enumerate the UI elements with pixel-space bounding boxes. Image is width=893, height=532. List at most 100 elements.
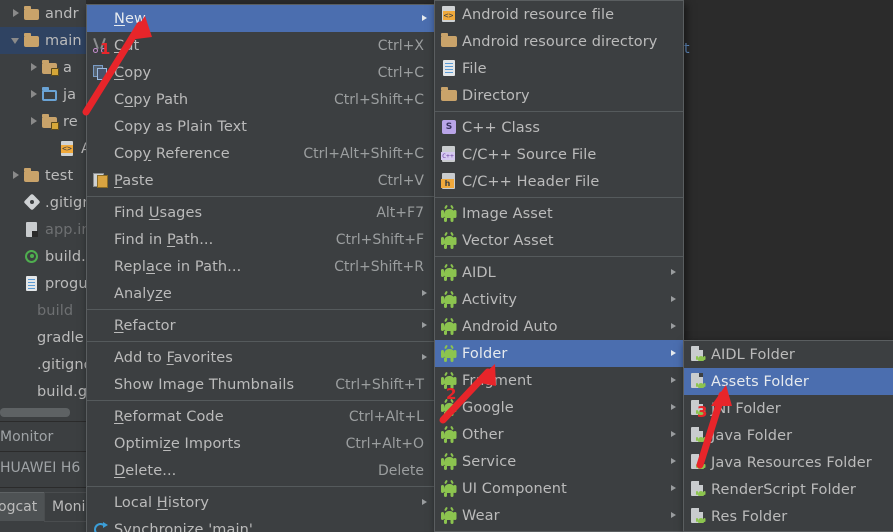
chevron-right-icon[interactable]	[28, 115, 41, 128]
menu-item[interactable]: AIDL	[435, 259, 683, 286]
menu-item[interactable]: Java Folder	[684, 422, 893, 449]
tree-row[interactable]: progua	[0, 270, 86, 297]
menu-item[interactable]: Refactor	[87, 312, 434, 339]
menu-separator	[87, 486, 434, 487]
menu-item[interactable]: File	[435, 55, 683, 82]
tree-item-label: andr	[45, 5, 79, 22]
tab-monitors[interactable]: Moni	[44, 492, 86, 522]
menu-item[interactable]: New	[87, 5, 434, 32]
submenu-arrow-icon	[671, 269, 676, 275]
tree-row[interactable]: build	[0, 297, 86, 324]
menu-item-accelerator: Ctrl+Shift+T	[335, 376, 424, 393]
menu-item[interactable]: C++ Class	[435, 114, 683, 141]
menu-item[interactable]: Local History	[87, 489, 434, 516]
submenu-arrow-icon	[422, 322, 427, 328]
submenu-arrow-icon	[671, 350, 676, 356]
tab-monitors-label: Moni	[52, 499, 86, 515]
menu-item[interactable]: Cut Ctrl+X	[87, 32, 434, 59]
menu-item[interactable]: Copy Reference Ctrl+Alt+Shift+C	[87, 140, 434, 167]
menu-item-label: Activity	[462, 291, 518, 308]
tree-row[interactable]: a	[0, 54, 86, 81]
tree-row[interactable]: test	[0, 162, 86, 189]
menu-item[interactable]: AIDL Folder	[684, 341, 893, 368]
chevron-down-icon[interactable]	[10, 34, 23, 47]
tree-row[interactable]: A	[0, 135, 86, 162]
menu-item[interactable]: Android Auto	[435, 313, 683, 340]
tree-row[interactable]: andr	[0, 0, 86, 27]
menu-item[interactable]: Image Asset	[435, 200, 683, 227]
context-menu[interactable]: New Cut Ctrl+X Copy Ctrl+C Copy Path Ctrl+Shif…	[86, 4, 435, 532]
menu-item[interactable]: Google	[435, 394, 683, 421]
tab-logcat[interactable]: ogcat	[0, 492, 46, 521]
menu-separator	[87, 400, 434, 401]
monitor-row[interactable]: Monitor	[0, 424, 86, 450]
menu-item-label: Java Resources Folder	[711, 454, 872, 471]
menu-item[interactable]: Find in Path... Ctrl+Shift+F	[87, 226, 434, 253]
menu-item[interactable]: Add to Favorites	[87, 344, 434, 371]
tree-row[interactable]: build.gradl	[0, 378, 86, 405]
tree-row[interactable]: .gitigno	[0, 189, 86, 216]
menu-item[interactable]: Directory	[435, 82, 683, 109]
menu-item[interactable]: Assets Folder	[684, 368, 893, 395]
menu-item[interactable]: Analyze	[87, 280, 434, 307]
menu-item[interactable]: Delete... Delete	[87, 457, 434, 484]
android-icon	[439, 317, 459, 337]
menu-item[interactable]: Android resource directory	[435, 28, 683, 55]
project-tool-window[interactable]: andrmainajareAtest.gitignoapp.imlbuild.g…	[0, 0, 86, 532]
chevron-right-icon[interactable]	[10, 7, 23, 20]
tree-row[interactable]: re	[0, 108, 86, 135]
tree-item-label: gradle	[37, 329, 84, 346]
menu-item[interactable]: JNI Folder	[684, 395, 893, 422]
menu-item[interactable]: RenderScript Folder	[684, 476, 893, 503]
tree-row[interactable]: .gitignore	[0, 351, 86, 378]
menu-item[interactable]: Copy Path Ctrl+Shift+C	[87, 86, 434, 113]
horizontal-scrollbar[interactable]	[0, 408, 70, 417]
menu-item[interactable]: Folder	[435, 340, 683, 367]
tree-row[interactable]: app.iml	[0, 216, 86, 243]
menu-item-label: Add to Favorites	[114, 349, 233, 366]
menu-item-label: Image Asset	[462, 205, 553, 222]
menu-item[interactable]: Service	[435, 448, 683, 475]
file-icon	[439, 59, 459, 79]
submenu-arrow-icon	[671, 512, 676, 518]
folder-android-icon	[688, 345, 708, 365]
menu-item[interactable]: Synchronize 'main'	[87, 516, 434, 532]
android-icon	[439, 371, 459, 391]
menu-item[interactable]: Replace in Path... Ctrl+Shift+R	[87, 253, 434, 280]
menu-item[interactable]: Fragment	[435, 367, 683, 394]
menu-item[interactable]: Copy Ctrl+C	[87, 59, 434, 86]
android-icon	[439, 344, 459, 364]
menu-item[interactable]: Vector Asset	[435, 227, 683, 254]
menu-item[interactable]: Optimize Imports Ctrl+Alt+O	[87, 430, 434, 457]
menu-item[interactable]: Other	[435, 421, 683, 448]
menu-item-label: C/C++ Header File	[462, 173, 600, 190]
menu-item[interactable]: Res Folder	[684, 503, 893, 530]
menu-item[interactable]: Copy as Plain Text	[87, 113, 434, 140]
tree-row[interactable]: ja	[0, 81, 86, 108]
menu-item[interactable]: Android resource file	[435, 1, 683, 28]
menu-item[interactable]: C/C++ Header File	[435, 168, 683, 195]
menu-item[interactable]: Paste Ctrl+V	[87, 167, 434, 194]
menu-separator	[435, 111, 683, 112]
chevron-right-icon[interactable]	[28, 88, 41, 101]
chevron-right-icon[interactable]	[10, 169, 23, 182]
new-submenu[interactable]: Android resource file Android resource di…	[434, 0, 684, 532]
menu-item[interactable]: Activity	[435, 286, 683, 313]
device-row[interactable]: HUAWEI H6	[0, 455, 86, 481]
menu-item[interactable]: Show Image Thumbnails Ctrl+Shift+T	[87, 371, 434, 398]
chevron-right-icon[interactable]	[28, 61, 41, 74]
tree-row[interactable]: gradle	[0, 324, 86, 351]
tree-row[interactable]: build.gr	[0, 243, 86, 270]
menu-item[interactable]: Java Resources Folder	[684, 449, 893, 476]
project-tree[interactable]: andrmainajareAtest.gitignoapp.imlbuild.g…	[0, 0, 86, 405]
menu-item[interactable]: Wear	[435, 502, 683, 529]
menu-item[interactable]: Find Usages Alt+F7	[87, 199, 434, 226]
tree-row[interactable]: main	[0, 27, 86, 54]
submenu-arrow-icon	[671, 296, 676, 302]
menu-item[interactable]: Reformat Code Ctrl+Alt+L	[87, 403, 434, 430]
folder-submenu[interactable]: AIDL Folder Assets Folder JNI Folder Java F…	[683, 340, 893, 532]
menu-item[interactable]: UI Component	[435, 475, 683, 502]
tree-item-label: build.gradl	[37, 383, 86, 400]
menu-item[interactable]: C/C++ Source File	[435, 141, 683, 168]
sync-icon	[91, 520, 111, 532]
